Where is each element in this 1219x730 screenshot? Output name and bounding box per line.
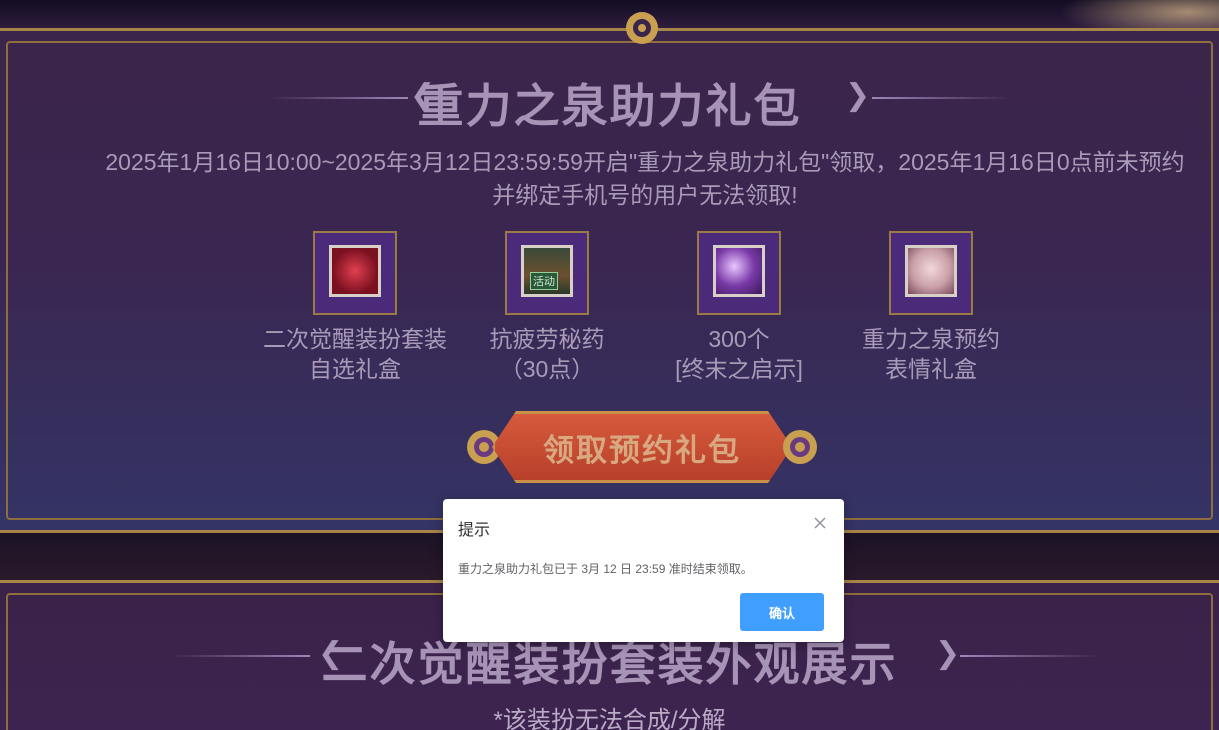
event-tag: 活动: [530, 272, 558, 290]
item-frame: [313, 231, 397, 315]
item-name: 抗疲劳秘药: [489, 326, 605, 352]
item-frame: [889, 231, 973, 315]
description-line-1: 2025年1月16日10:00~2025年3月12日23:59:59开启"重力之…: [105, 149, 1185, 175]
item-subname: 表情礼盒: [885, 356, 977, 382]
item-label: 重力之泉预约 表情礼盒: [831, 324, 1031, 384]
description-line-2: 并绑定手机号的用户无法领取!: [492, 182, 798, 208]
potion-icon: 活动: [521, 245, 573, 297]
close-icon[interactable]: [812, 515, 828, 531]
dialog-message: 重力之泉助力礼包已于 3月 12 日 23:59 准时结束领取。: [458, 562, 753, 576]
gift-item-revelation[interactable]: 300个 [终末之启示]: [639, 231, 839, 384]
face-emote-icon: [905, 245, 957, 297]
item-name: 300个: [708, 326, 770, 352]
confirm-button[interactable]: 确认: [740, 593, 824, 631]
event-description: 2025年1月16日10:00~2025年3月12日23:59:59开启"重力之…: [60, 146, 1219, 212]
gear-ornament-icon: [626, 12, 658, 44]
item-name: 重力之泉预约: [862, 326, 1000, 352]
item-subname: （30点）: [499, 356, 595, 382]
claim-button-wrapper: 领取预约礼包: [462, 405, 822, 489]
item-subname: 自选礼盒: [309, 356, 401, 382]
item-label: 300个 [终末之启示]: [639, 324, 839, 384]
item-frame: 活动: [505, 231, 589, 315]
item-label: 抗疲劳秘药 （30点）: [447, 324, 647, 384]
item-frame: [697, 231, 781, 315]
item-label: 二次觉醒装扮套装 自选礼盒: [255, 324, 455, 384]
item-subname: [终末之启示]: [675, 356, 803, 382]
purple-orb-icon: [713, 245, 765, 297]
gift-item-potion[interactable]: 活动 抗疲劳秘药 （30点）: [447, 231, 647, 384]
red-book-icon: [329, 245, 381, 297]
gear-right-icon: [783, 430, 817, 464]
claim-gift-button[interactable]: 领取预约礼包: [492, 411, 792, 483]
gift-item-costume-box[interactable]: 二次觉醒装扮套装 自选礼盒: [255, 231, 455, 384]
page-title: 重力之泉助力礼包: [417, 80, 802, 132]
gift-item-emote-box[interactable]: 重力之泉预约 表情礼盒: [831, 231, 1031, 384]
dialog-title: 提示: [458, 522, 491, 539]
item-name: 二次觉醒装扮套装: [263, 326, 447, 352]
notice-dialog: 提示 重力之泉助力礼包已于 3月 12 日 23:59 准时结束领取。 确认: [443, 499, 844, 642]
showcase-note: *该装扮无法合成/分解: [493, 707, 726, 730]
